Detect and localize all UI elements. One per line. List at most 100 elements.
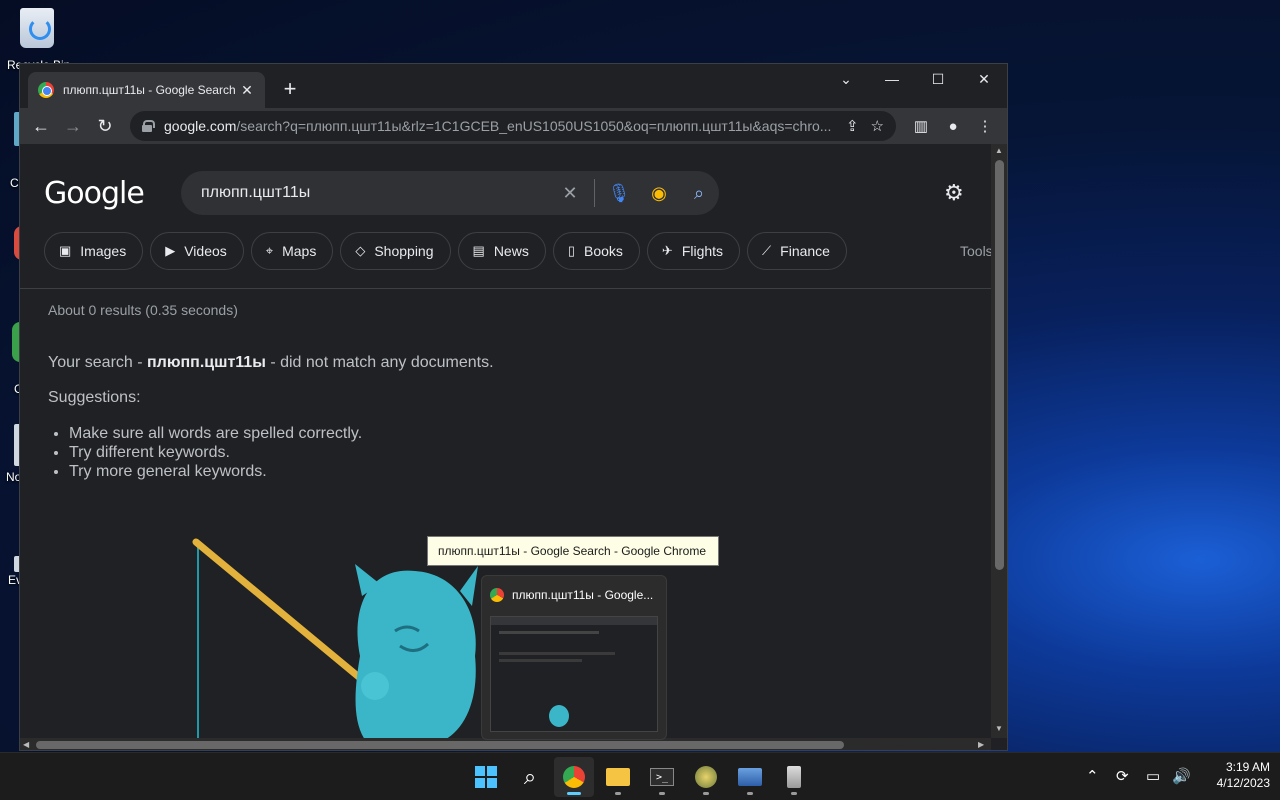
scroll-up-arrow-icon[interactable]: ▲ [995,146,1003,155]
share-icon[interactable]: ⇪ [846,117,859,135]
horizontal-scroll-thumb[interactable] [36,741,844,749]
show-hidden-icons-chevron-icon[interactable]: ⌃ [1086,767,1099,785]
chip-flights[interactable]: ✈ Flights [646,232,741,270]
chip-finance[interactable]: ⟋ Finance [747,232,847,270]
search-filter-chips: ▣ Images ▶ Videos ⌖ Maps ◇ Shopping ▤ News ▯ B… [44,232,847,270]
thumbnail-line [499,631,599,634]
system-clock[interactable]: 3:19 AM 4/12/2023 [1198,759,1270,791]
search-divider [594,179,595,207]
clock-date: 4/12/2023 [1216,776,1270,790]
tab-title: плюпп.цшт11ы - Google Search [63,83,236,97]
minimize-button[interactable]: — [869,64,915,94]
google-logo[interactable]: Google [44,176,145,211]
chrome-taskbar-button[interactable] [554,757,594,797]
thumbnail-toolbar [491,617,657,625]
search-icon[interactable]: ⌕ [679,183,719,204]
side-panel-icon[interactable]: ▥ [905,108,937,144]
chip-shopping[interactable]: ◇ Shopping [340,232,451,270]
settings-gear-icon[interactable]: ⚙ [944,180,964,206]
microphone-icon[interactable]: 🎙 [599,183,639,204]
suggestion-item: Try different keywords. [69,443,362,462]
shopping-icon: ◇ [355,243,366,258]
chip-videos[interactable]: ▶ Videos [150,232,244,270]
volume-icon[interactable]: 🔊 [1172,767,1191,785]
active-indicator [567,792,581,795]
browser-toolbar: ← → ↻ google.com/search?q=плюпп.цшт11ы&r… [20,108,1007,144]
recycle-bin-icon[interactable] [14,8,60,54]
chrome-favicon-icon [38,82,54,98]
chip-news[interactable]: ▤ News [457,232,546,270]
chip-maps[interactable]: ⌖ Maps [250,232,334,270]
search-taskbar-icon[interactable]: ⌕ [510,757,550,797]
thumbnail-line [499,652,616,655]
browser-tab[interactable]: плюпп.цшт11ы - Google Search ✕ [28,72,265,108]
device-app-button[interactable] [774,757,814,797]
sync-status-icon[interactable]: ⟳ [1116,767,1129,785]
app-globe-icon [695,766,717,788]
running-indicator [703,792,709,795]
clock-time: 3:19 AM [1225,760,1270,774]
finance-icon: ⟋ [762,243,772,258]
vertical-scroll-thumb[interactable] [995,160,1004,570]
header-divider [20,288,991,289]
menu-kebab-icon[interactable]: ⋮ [969,108,1001,144]
device-icon [787,766,801,788]
reload-icon[interactable]: ↻ [89,110,121,142]
search-query[interactable]: плюпп.цшт11ы [201,184,550,202]
search-box[interactable]: плюпп.цшт11ы ✕ 🎙 ◉ ⌕ [181,171,719,215]
terminal-icon: >_ [650,768,674,786]
suggestions-heading: Suggestions: [48,389,141,406]
new-tab-button[interactable]: + [278,76,302,102]
suggestions-list: Make sure all words are spelled correctl… [69,424,362,481]
running-indicator [615,792,621,795]
back-arrow-icon[interactable]: ← [25,110,57,142]
running-indicator [659,792,665,795]
flights-icon: ✈ [661,243,673,258]
chip-books[interactable]: ▯ Books [552,232,640,270]
profile-avatar-icon[interactable]: ● [937,108,969,144]
taskbar: ⌕ >_ ⌃ ⟳ ▭ 🔊 [0,752,1280,800]
books-icon: ▯ [567,243,575,258]
forward-arrow-icon[interactable]: → [57,110,89,142]
clear-icon[interactable]: ✕ [550,183,590,204]
desktop-shortcut-label: C [10,176,19,190]
computer-network-icon [738,768,762,786]
lens-camera-icon[interactable]: ◉ [639,183,679,204]
lock-icon[interactable] [142,120,155,132]
terminal-button[interactable]: >_ [642,757,682,797]
taskbar-window-preview[interactable]: плюпп.цшт11ы - Google... [481,575,667,740]
scroll-left-arrow-icon[interactable]: ◀ [23,740,29,749]
thumbnail-mascot [549,705,569,727]
chrome-icon [490,588,504,602]
videos-icon: ▶ [165,243,176,258]
chrome-icon [563,766,585,788]
maps-icon: ⌖ [265,243,274,258]
no-match-message: Your search - плюпп.цшт11ы - did not mat… [48,354,494,371]
fishing-mascot-illustration [192,538,478,738]
tab-search-chevron-icon[interactable]: ⌄ [823,64,869,94]
preview-title: плюпп.цшт11ы - Google... [512,588,654,602]
tab-close-icon[interactable]: ✕ [239,82,255,99]
preview-thumbnail [490,616,658,732]
scroll-right-arrow-icon[interactable]: ▶ [978,740,984,749]
images-icon: ▣ [59,243,72,258]
windows-logo-icon [475,766,497,788]
suggestion-item: Make sure all words are spelled correctl… [69,424,362,443]
window-tooltip: плюпп.цшт11ы - Google Search - Google Ch… [427,536,719,566]
scroll-down-arrow-icon[interactable]: ▼ [995,724,1003,733]
vertical-scrollbar[interactable]: ▲ ▼ [991,144,1007,738]
network-icon[interactable]: ▭ [1146,767,1160,785]
start-button[interactable] [466,757,506,797]
file-explorer-button[interactable] [598,757,638,797]
suggestion-item: Try more general keywords. [69,462,362,481]
tab-strip: плюпп.цшт11ы - Google Search ✕ + ⌄ — ☐ ✕ [20,64,1007,108]
maximize-button[interactable]: ☐ [915,64,961,94]
bookmark-star-icon[interactable]: ☆ [871,117,884,135]
close-window-button[interactable]: ✕ [961,64,1007,94]
running-indicator [791,792,797,795]
chip-images[interactable]: ▣ Images [44,232,144,270]
address-bar[interactable]: google.com/search?q=плюпп.цшт11ы&rlz=1C1… [130,111,896,141]
tools-button[interactable]: Tools [960,243,991,259]
app-button[interactable] [686,757,726,797]
network-app-button[interactable] [730,757,770,797]
